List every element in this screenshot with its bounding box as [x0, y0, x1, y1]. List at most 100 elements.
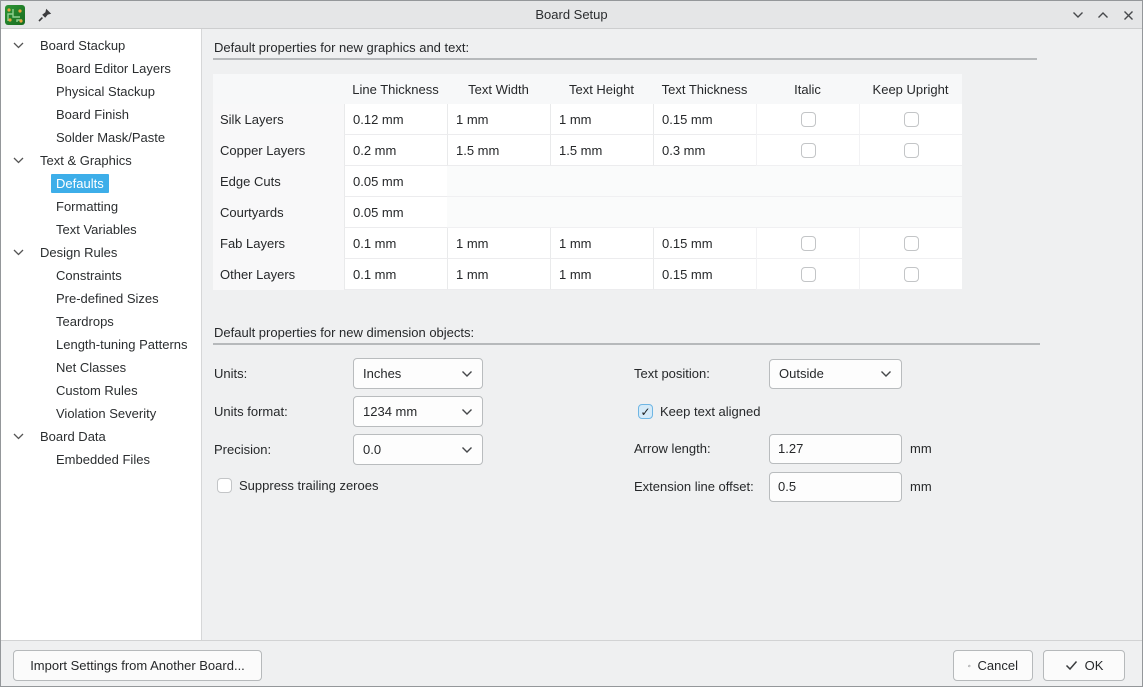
text-position-dropdown[interactable]: Outside: [769, 359, 902, 389]
ok-label: OK: [1085, 658, 1104, 673]
sidebar-item-defaults[interactable]: Defaults: [1, 172, 201, 195]
table-cell-text-thickness[interactable]: 0.3 mm: [653, 135, 756, 166]
row-label: Silk Layers: [213, 104, 344, 135]
text-position-label-row: Text position:: [634, 358, 710, 389]
chevron-down-icon[interactable]: [11, 42, 25, 49]
italic-checkbox-cell: [756, 135, 859, 166]
keep-upright-checkbox[interactable]: [904, 236, 919, 251]
window-title: Board Setup: [1, 7, 1142, 22]
table-cell-text-height[interactable]: 1 mm: [550, 228, 653, 259]
table-cell-text-thickness[interactable]: 0.15 mm: [653, 259, 756, 290]
sidebar-item-label: Teardrops: [51, 312, 119, 331]
dimensions-section-heading: Default properties for new dimension obj…: [214, 325, 474, 340]
sidebar-item-teardrops[interactable]: Teardrops: [1, 310, 201, 333]
keep-upright-checkbox[interactable]: [904, 267, 919, 282]
table-cell-text-width[interactable]: 1 mm: [447, 259, 550, 290]
sidebar-item-label: Embedded Files: [51, 450, 155, 469]
row-label: Copper Layers: [213, 135, 344, 166]
sidebar-item-text-variables[interactable]: Text Variables: [1, 218, 201, 241]
cancel-label: Cancel: [978, 658, 1018, 673]
sidebar-item-label: Formatting: [51, 197, 123, 216]
pin-icon[interactable]: [37, 7, 53, 23]
table-cell-text-height[interactable]: 1 mm: [550, 104, 653, 135]
sidebar-item-pre-defined-sizes[interactable]: Pre-defined Sizes: [1, 287, 201, 310]
sidebar-item-label: Defaults: [51, 174, 109, 193]
maximize-icon[interactable]: [1095, 7, 1111, 23]
arrow-length-input[interactable]: [769, 434, 902, 464]
keep-text-aligned-checkbox[interactable]: [638, 404, 653, 419]
sidebar-item-net-classes[interactable]: Net Classes: [1, 356, 201, 379]
chevron-down-icon: [461, 446, 473, 454]
sidebar-item-embedded-files[interactable]: Embedded Files: [1, 448, 201, 471]
table-cell-text-thickness[interactable]: 0.15 mm: [653, 228, 756, 259]
italic-checkbox-cell: [756, 228, 859, 259]
table-cell-text-height[interactable]: 1.5 mm: [550, 135, 653, 166]
suppress-trailing-zeroes-checkbox[interactable]: [217, 478, 232, 493]
italic-checkbox[interactable]: [801, 112, 816, 127]
text-position-value: Outside: [779, 366, 824, 381]
suppress-trailing-zeroes-row: Suppress trailing zeroes: [217, 470, 378, 501]
close-icon[interactable]: [1120, 7, 1136, 23]
dialog-footer: Import Settings from Another Board... Ca…: [1, 640, 1142, 686]
ok-button[interactable]: OK: [1043, 650, 1125, 681]
extension-line-offset-label: Extension line offset:: [634, 479, 754, 494]
table-cell-text-height[interactable]: 1 mm: [550, 259, 653, 290]
sidebar-item-physical-stackup[interactable]: Physical Stackup: [1, 80, 201, 103]
sidebar-item-text-graphics[interactable]: Text & Graphics: [1, 149, 201, 172]
sidebar-item-label: Board Data: [35, 427, 111, 446]
sidebar-item-board-finish[interactable]: Board Finish: [1, 103, 201, 126]
table-cell-text-width[interactable]: 1.5 mm: [447, 135, 550, 166]
units-format-dropdown[interactable]: 1234 mm: [353, 396, 483, 427]
sidebar-item-label: Violation Severity: [51, 404, 161, 423]
chevron-down-icon[interactable]: [11, 433, 25, 440]
sidebar-item-constraints[interactable]: Constraints: [1, 264, 201, 287]
table-cell-line-thickness[interactable]: 0.05 mm: [344, 197, 447, 228]
sidebar-item-board-editor-layers[interactable]: Board Editor Layers: [1, 57, 201, 80]
arrow-length-row: mm: [769, 433, 932, 464]
table-cell-line-thickness[interactable]: 0.1 mm: [344, 259, 447, 290]
sidebar-item-length-tuning-patterns[interactable]: Length-tuning Patterns: [1, 333, 201, 356]
table-cell-line-thickness[interactable]: 0.12 mm: [344, 104, 447, 135]
keep-upright-checkbox-cell: [859, 135, 962, 166]
keep-text-aligned-label: Keep text aligned: [660, 404, 760, 419]
text-position-row: Outside: [769, 358, 902, 389]
sidebar-item-custom-rules[interactable]: Custom Rules: [1, 379, 201, 402]
units-dropdown[interactable]: Inches: [353, 358, 483, 389]
title-bar[interactable]: Board Setup: [1, 1, 1142, 29]
sidebar-item-design-rules[interactable]: Design Rules: [1, 241, 201, 264]
table-cell-line-thickness[interactable]: 0.2 mm: [344, 135, 447, 166]
suppress-trailing-zeroes-label: Suppress trailing zeroes: [239, 478, 378, 493]
units-format-row: 1234 mm: [353, 396, 483, 427]
import-settings-label: Import Settings from Another Board...: [30, 658, 245, 673]
sidebar-item-formatting[interactable]: Formatting: [1, 195, 201, 218]
table-cell-text-width[interactable]: 1 mm: [447, 104, 550, 135]
sidebar-item-solder-mask-paste[interactable]: Solder Mask/Paste: [1, 126, 201, 149]
keep-upright-checkbox[interactable]: [904, 143, 919, 158]
shade-icon[interactable]: [1070, 7, 1086, 23]
chevron-down-icon[interactable]: [11, 249, 25, 256]
precision-dropdown[interactable]: 0.0: [353, 434, 483, 465]
table-cell-text-thickness[interactable]: 0.15 mm: [653, 104, 756, 135]
italic-checkbox[interactable]: [801, 236, 816, 251]
units-row: Inches: [353, 358, 483, 389]
table-cell-line-thickness[interactable]: 0.1 mm: [344, 228, 447, 259]
units-value: Inches: [363, 366, 401, 381]
keep-upright-checkbox[interactable]: [904, 112, 919, 127]
extension-line-offset-input[interactable]: [769, 472, 902, 502]
italic-checkbox[interactable]: [801, 267, 816, 282]
table-header-cell: Line Thickness: [344, 74, 447, 104]
precision-row: 0.0: [353, 434, 483, 465]
import-settings-button[interactable]: Import Settings from Another Board...: [13, 650, 262, 681]
cancel-button[interactable]: Cancel: [953, 650, 1033, 681]
sidebar-item-board-data[interactable]: Board Data: [1, 425, 201, 448]
chevron-down-icon[interactable]: [11, 157, 25, 164]
sidebar-item-violation-severity[interactable]: Violation Severity: [1, 402, 201, 425]
table-cell-text-width[interactable]: 1 mm: [447, 228, 550, 259]
sidebar-item-label: Solder Mask/Paste: [51, 128, 170, 147]
sidebar-item-label: Board Editor Layers: [51, 59, 176, 78]
table-cell-line-thickness[interactable]: 0.05 mm: [344, 166, 447, 197]
sidebar-item-board-stackup[interactable]: Board Stackup: [1, 34, 201, 57]
sidebar-item-label: Constraints: [51, 266, 127, 285]
italic-checkbox[interactable]: [801, 143, 816, 158]
units-label-row: Units:: [214, 358, 247, 389]
